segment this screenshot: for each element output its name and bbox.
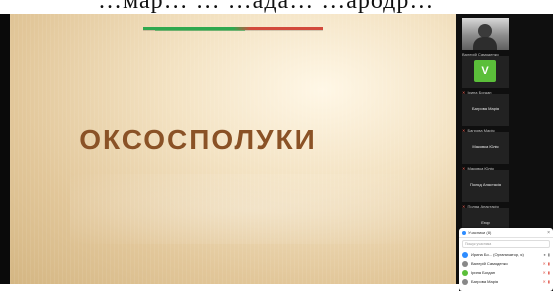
- participant-row[interactable]: Багрова Марія ✕ ▮: [459, 277, 553, 286]
- popup-title: Учасники (8): [468, 230, 492, 235]
- participant-tile[interactable]: Поляд Анастасія ✕ Поляд Анастасія: [462, 170, 509, 209]
- participant-center-name: Багрова Марія: [471, 106, 500, 111]
- top-caption-text: …мар… … …ада… …ародр…: [98, 0, 435, 14]
- zoom-logo-icon: [462, 230, 466, 235]
- participant-row[interactable]: Валерій Самоденко ✕ ▮: [459, 259, 553, 268]
- mic-muted-icon[interactable]: ✕: [542, 270, 545, 275]
- participant-tile[interactable]: Багрова Марія ✕ Багрова Марія: [462, 94, 509, 133]
- mic-muted-icon[interactable]: ✕: [542, 279, 545, 284]
- shared-screen-slide: ОКСОСПОЛУКИ: [10, 14, 456, 284]
- avatar: V: [474, 60, 496, 82]
- video-icon[interactable]: ▮: [548, 252, 550, 257]
- participant-center-name: Поляд Анастасія: [469, 182, 502, 187]
- bottom-strip: [0, 284, 459, 291]
- participant-row-name: Багрова Марія: [471, 279, 499, 284]
- mic-icon[interactable]: ●: [543, 252, 545, 257]
- participant-video: V: [462, 56, 509, 88]
- participant-row-name: Ірина Богдан: [471, 270, 496, 275]
- popup-header: Учасники (8) ×: [459, 228, 553, 238]
- close-icon[interactable]: ×: [547, 230, 550, 236]
- avatar: [462, 269, 468, 276]
- mic-muted-icon[interactable]: ✕: [542, 261, 545, 266]
- participant-tile[interactable]: V ✕ Ірина Богдан: [462, 56, 509, 95]
- slide-highlight: [70, 174, 430, 244]
- video-off-icon[interactable]: ▮: [548, 270, 550, 275]
- participant-center-name: Маковка Юлія: [472, 144, 499, 149]
- participant-search-input[interactable]: Пошук учасника: [462, 240, 550, 248]
- participant-tile[interactable]: Валерій Самоденко: [462, 18, 509, 57]
- participants-popup[interactable]: Учасники (8) × Пошук учасника Ирина Бо..…: [459, 228, 553, 291]
- slide-title: ОКСОСПОЛУКИ: [79, 124, 317, 155]
- video-off-icon[interactable]: ▮: [548, 261, 550, 266]
- participant-center-name: Егор: [481, 220, 490, 225]
- participant-row[interactable]: Ірина Богдан ✕ ▮: [459, 268, 553, 277]
- left-black-margin: [0, 14, 10, 284]
- avatar: [462, 260, 468, 267]
- avatar: [462, 278, 468, 285]
- participant-video: [462, 18, 509, 50]
- participant-row[interactable]: Ирина Бо... (Организатор, я) ● ▮: [459, 250, 553, 259]
- participant-row-name: Ирина Бо... (Организатор, я): [471, 252, 524, 257]
- slide-decor-dash: [155, 30, 245, 31]
- participant-video: Маковка Юлія: [462, 132, 509, 164]
- participant-video: Багрова Марія: [462, 94, 509, 126]
- top-caption: …мар… … …ада… …ародр…: [0, 0, 553, 14]
- participant-row-name: Валерій Самоденко: [471, 261, 508, 266]
- participant-video: Поляд Анастасія: [462, 170, 509, 202]
- video-off-icon[interactable]: ▮: [548, 279, 550, 284]
- participant-tile[interactable]: Маковка Юлія ✕ Маковка Юлія: [462, 132, 509, 171]
- avatar: [462, 251, 468, 258]
